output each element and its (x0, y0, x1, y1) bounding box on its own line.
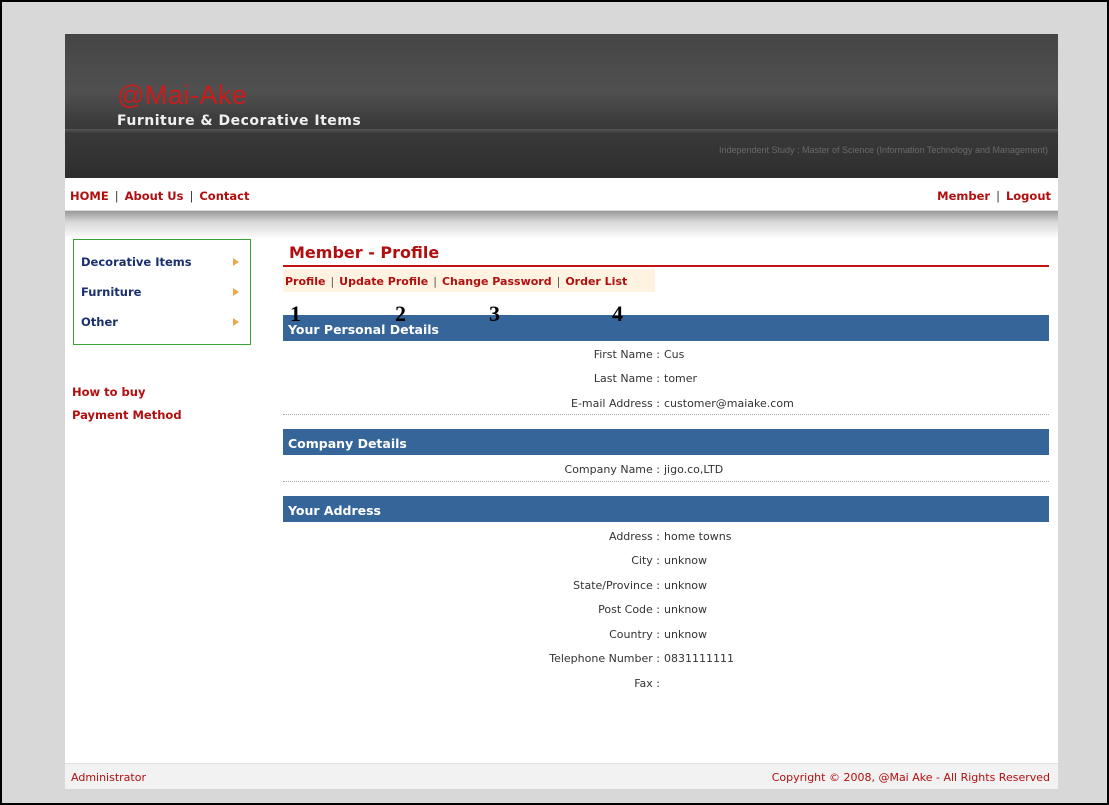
how-to-buy-link[interactable]: How to buy (72, 385, 145, 399)
field-value: unknow (664, 554, 708, 567)
subnav-separator: | (433, 275, 437, 288)
field-value: tomer (664, 372, 698, 385)
tab-update-profile[interactable]: Update Profile (339, 275, 428, 288)
annotation-number: 4 (612, 301, 623, 326)
field-value: unknow (664, 628, 708, 641)
section-heading-company: Company Details (283, 429, 1049, 455)
tab-order-list[interactable]: Order List (565, 275, 627, 288)
category-item-other[interactable]: Other (81, 315, 118, 329)
header-subtitle: Independent Study : Master of Science (I… (718, 145, 1048, 155)
field-label: E-mail Address : (571, 397, 660, 410)
field-label: Post Code : (598, 603, 660, 616)
nav-member-link[interactable]: Member (937, 189, 990, 203)
field-label: Fax : (634, 677, 660, 690)
field-label: State/Province : (573, 579, 660, 592)
annotation-number: 2 (395, 301, 406, 326)
tab-change-password[interactable]: Change Password (442, 275, 552, 288)
payment-method-link[interactable]: Payment Method (72, 408, 182, 422)
field-value: home towns (664, 530, 732, 543)
field-value: jigo.co,LTD (664, 463, 724, 476)
arrow-right-icon (233, 318, 239, 326)
dotted-divider (283, 414, 1049, 415)
field-label: City : (631, 554, 660, 567)
tab-profile[interactable]: Profile (285, 275, 325, 288)
footer-admin-link[interactable]: Administrator (71, 771, 146, 784)
nav-contact-link[interactable]: Contact (199, 189, 249, 203)
member-nav: Member | Logout (937, 189, 1051, 203)
nav-about-link[interactable]: About Us (125, 189, 184, 203)
arrow-right-icon (233, 288, 239, 296)
category-item-decorative[interactable]: Decorative Items (81, 255, 192, 269)
top-navigation: HOME | About Us | Contact Member | Logout (65, 178, 1058, 211)
annotation-number: 1 (290, 301, 301, 326)
title-divider (283, 265, 1049, 267)
subnav-separator: | (330, 275, 335, 288)
nav-shadow (65, 211, 1058, 239)
site-footer: Administrator Copyright © 2008, @Mai Ake… (65, 763, 1058, 789)
screenshot-frame: @Mai-Ake Furniture & Decorative Items In… (0, 0, 1109, 805)
field-value: customer@maiake.com (664, 397, 794, 410)
field-value: Cus (664, 348, 685, 361)
field-label: Telephone Number : (549, 652, 660, 665)
subnav-separator: | (556, 275, 561, 288)
annotation-number: 3 (489, 301, 500, 326)
site-header: @Mai-Ake Furniture & Decorative Items In… (65, 34, 1058, 178)
website: @Mai-Ake Furniture & Decorative Items In… (65, 34, 1058, 789)
field-label: Address : (608, 530, 660, 543)
field-label: Company Name : (564, 463, 660, 476)
header-band (65, 129, 1058, 133)
arrow-right-icon (233, 258, 239, 266)
dotted-divider (283, 481, 1049, 482)
nav-separator: | (189, 189, 194, 203)
nav-home-link[interactable]: HOME (70, 189, 109, 203)
category-menu: Decorative Items Furniture Other (73, 239, 251, 345)
profile-subnav: Profile | Update Profile | Change Password | O… (283, 269, 655, 292)
page-title: Member - Profile (289, 243, 440, 262)
field-value: unknow (664, 579, 708, 592)
footer-copyright: Copyright © 2008, @Mai Ake - All Rights … (771, 771, 1050, 784)
site-logo[interactable]: @Mai-Ake (117, 80, 247, 111)
section-heading-address: Your Address (283, 496, 1049, 522)
category-item-furniture[interactable]: Furniture (81, 285, 141, 299)
field-label: Last Name : (593, 372, 660, 385)
field-value: 0831111111 (664, 652, 734, 665)
field-value: unknow (664, 603, 708, 616)
nav-logout-link[interactable]: Logout (1006, 189, 1051, 203)
site-tagline: Furniture & Decorative Items (117, 113, 362, 129)
nav-separator: | (114, 189, 119, 203)
field-label: Country : (609, 628, 660, 641)
nav-separator: | (996, 189, 1000, 203)
field-label: First Name : (593, 348, 660, 361)
main-nav: HOME | About Us | Contact (70, 189, 249, 203)
